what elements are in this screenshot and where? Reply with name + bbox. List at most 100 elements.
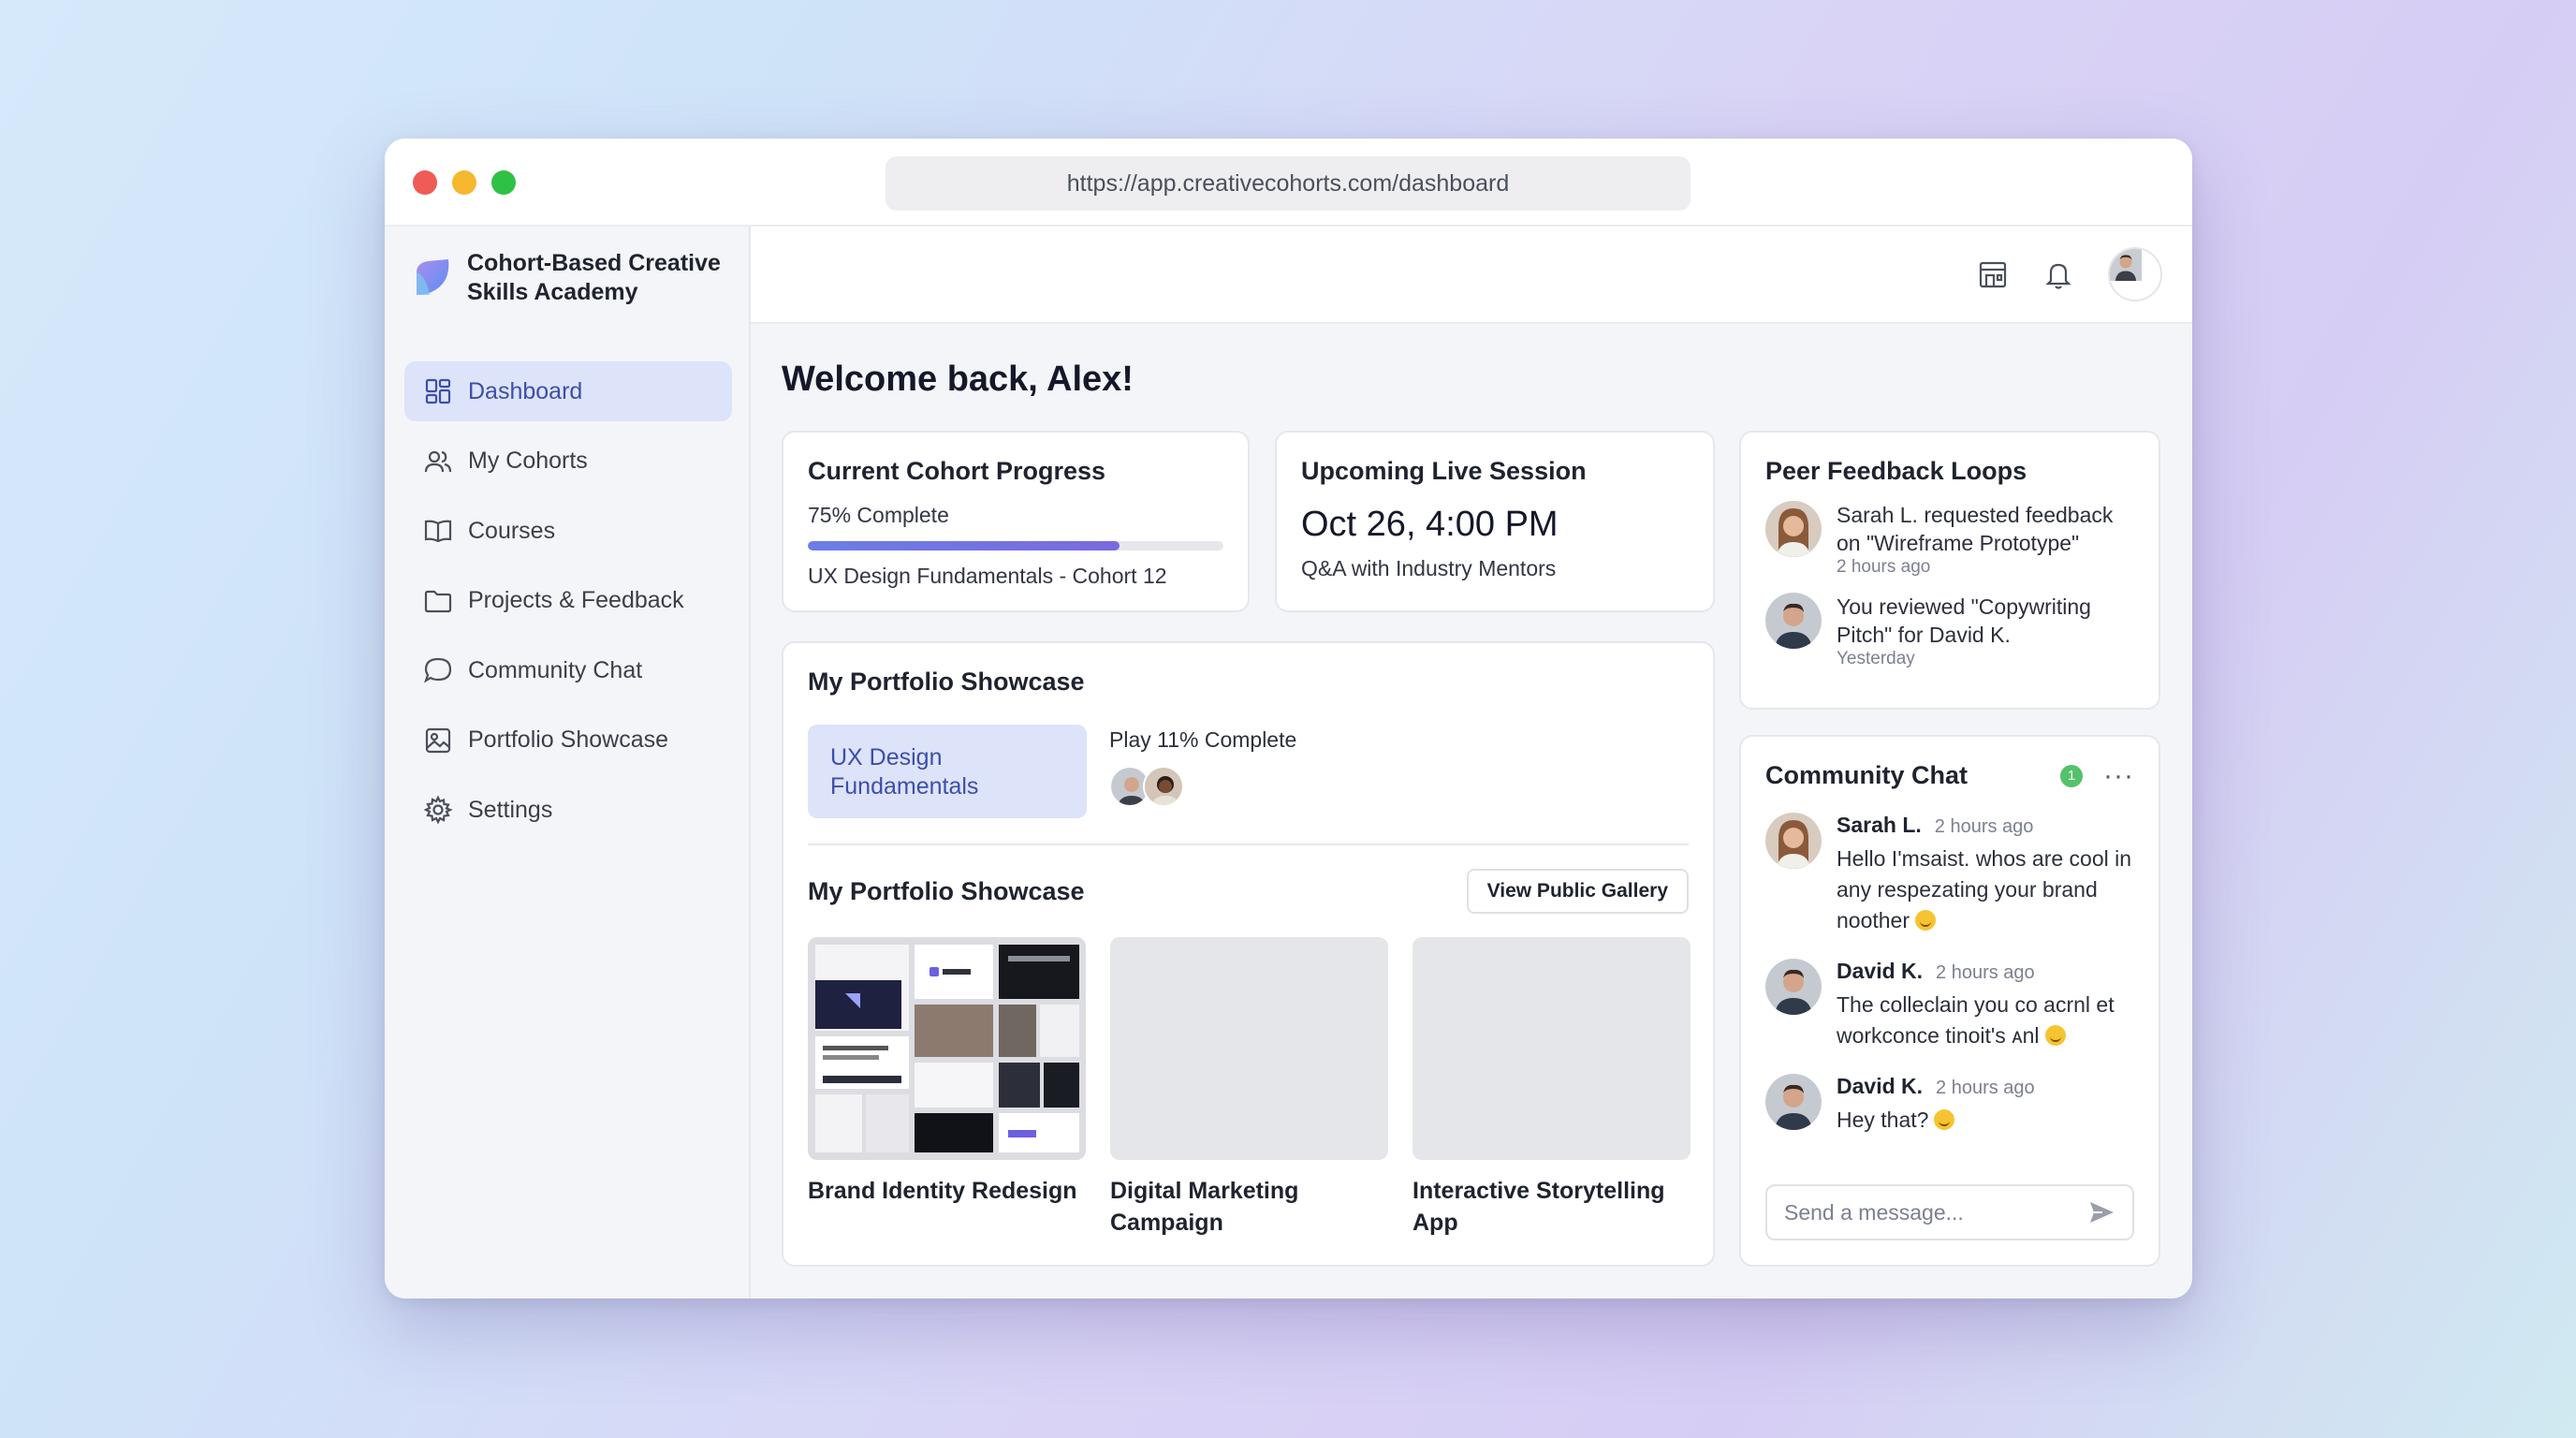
project-title: Brand Identity Redesign: [808, 1178, 1077, 1204]
project-card[interactable]: Brand Identity Redesign: [808, 937, 1086, 1239]
welcome-heading: Welcome back, Alex!: [782, 360, 1134, 399]
top-bar: [751, 227, 2192, 324]
smile-emoji-icon: [1934, 1109, 1955, 1130]
close-window-button[interactable]: [413, 170, 437, 195]
chat-message: David K. 2 hours ago The colleclain you c…: [1765, 959, 2134, 1051]
card-title: My Portfolio Showcase: [808, 668, 1085, 696]
live-session-card[interactable]: Upcoming Live Session Oct 26, 4:00 PM Q&…: [1275, 431, 1715, 612]
community-chat-card: Community Chat 1 ··· Sarah L. 2 hours ag…: [1739, 735, 2160, 1267]
chat-message: David K. 2 hours ago Hey that?: [1765, 1074, 2134, 1136]
peer-feedback-time: Yesterday: [1837, 649, 1915, 668]
sidebar-item-courses[interactable]: Courses: [404, 501, 732, 561]
participant-avatars: [1109, 766, 1184, 807]
sidebar-item-label: Community Chat: [468, 656, 643, 683]
avatar: [1143, 766, 1184, 807]
avatar: [1765, 1074, 1822, 1130]
window-controls: [413, 170, 516, 195]
project-thumbnail-placeholder: [1110, 937, 1388, 1160]
sidebar-item-label: Dashboard: [468, 377, 583, 404]
card-title: Current Cohort Progress: [808, 457, 1106, 485]
project-thumbnail-placeholder: [1412, 937, 1690, 1160]
session-description: Q&A with Industry Mentors: [1301, 556, 1557, 580]
session-date: Oct 26, 4:00 PM: [1301, 505, 1559, 544]
brand-logo-icon: [417, 259, 449, 295]
progress-percent: 75% Complete: [808, 503, 949, 527]
project-card[interactable]: Interactive Storytelling App: [1412, 937, 1690, 1239]
message-text: Hey that?: [1837, 1108, 1929, 1132]
sidebar-item-label: Portfolio Showcase: [468, 726, 669, 753]
message-author: Sarah L.: [1837, 813, 1922, 837]
smile-emoji-icon: [1915, 910, 1937, 931]
sidebar-item-projects-feedback[interactable]: Projects & Feedback: [404, 571, 732, 631]
peer-feedback-time: 2 hours ago: [1837, 557, 1931, 577]
sidebar-item-portfolio-showcase[interactable]: Portfolio Showcase: [404, 711, 732, 770]
store-icon[interactable]: [1977, 258, 2009, 290]
folder-icon: [424, 590, 452, 612]
message-time: 2 hours ago: [1936, 962, 2035, 983]
project-gallery: Brand Identity Redesign Digital Marketin…: [808, 937, 1690, 1239]
card-title: Peer Feedback Loops: [1765, 457, 2027, 485]
sidebar-item-community-chat[interactable]: Community Chat: [404, 640, 732, 700]
cohort-progress-card[interactable]: Current Cohort Progress 75% Complete UX …: [782, 431, 1250, 612]
browser-titlebar: https://app.creativecohorts.com/dashboar…: [385, 139, 2192, 227]
dashboard-icon: [425, 378, 451, 404]
sidebar-item-label: Courses: [468, 517, 556, 544]
project-title: Interactive Storytelling App: [1412, 1178, 1665, 1236]
card-title: Upcoming Live Session: [1301, 457, 1587, 485]
smile-emoji-icon: [2044, 1025, 2066, 1046]
message-time: 2 hours ago: [1936, 1078, 2035, 1098]
message-text: Hello I'msaist. whos are cool in any res…: [1837, 846, 2132, 932]
user-avatar[interactable]: [2108, 247, 2162, 301]
course-progress-label: Play 11% Complete: [1109, 727, 1297, 752]
sidebar: Cohort-Based Creative Skills Academy Das…: [385, 227, 751, 1299]
unread-badge: 1: [2060, 764, 2084, 787]
divider: [808, 844, 1689, 845]
project-title: Digital Marketing Campaign: [1110, 1178, 1299, 1236]
sidebar-item-settings[interactable]: Settings: [404, 780, 732, 840]
send-icon[interactable]: [2087, 1198, 2115, 1226]
book-icon: [424, 520, 452, 543]
course-chip[interactable]: UX Design Fundamentals: [808, 725, 1087, 818]
peer-feedback-text: You reviewed "Copywriting Pitch" for Dav…: [1837, 594, 2091, 647]
chat-message: Sarah L. 2 hours ago Hello I'msaist. whos…: [1765, 813, 2134, 936]
avatar: [1765, 813, 1822, 869]
avatar: [1765, 593, 1822, 649]
message-author: David K.: [1837, 959, 1924, 983]
more-options-icon[interactable]: ···: [2103, 761, 2134, 789]
sidebar-item-label: Projects & Feedback: [468, 587, 684, 613]
project-card[interactable]: Digital Marketing Campaign: [1110, 937, 1388, 1239]
avatar: [1765, 959, 1822, 1015]
browser-window: https://app.creativecohorts.com/dashboar…: [385, 139, 2192, 1299]
sidebar-item-label: My Cohorts: [468, 448, 588, 474]
view-public-gallery-button[interactable]: View Public Gallery: [1466, 869, 1689, 914]
sidebar-nav: Dashboard My Cohorts Courses Projects & …: [404, 361, 732, 850]
image-icon: [425, 727, 451, 753]
card-title: Community Chat: [1765, 761, 1968, 789]
sidebar-item-dashboard[interactable]: Dashboard: [404, 361, 732, 421]
project-thumbnail-brand-identity: [808, 937, 1086, 1160]
message-input[interactable]: [1784, 1199, 2065, 1225]
sidebar-item-label: Settings: [468, 796, 553, 823]
address-bar[interactable]: https://app.creativecohorts.com/dashboar…: [886, 156, 1690, 211]
maximize-window-button[interactable]: [491, 170, 516, 195]
minimize-window-button[interactable]: [452, 170, 476, 195]
peer-feedback-item[interactable]: Sarah L. requested feedback on "Wirefram…: [1765, 501, 2134, 578]
message-text: The colleclain you co acrnl et workconce…: [1837, 992, 2115, 1048]
brand-name: Cohort-Based Creative Skills Academy: [467, 250, 721, 305]
brand: Cohort-Based Creative Skills Academy: [413, 249, 748, 307]
bell-icon[interactable]: [2042, 258, 2074, 290]
progress-bar: [808, 541, 1223, 550]
peer-feedback-card: Peer Feedback Loops Sarah L. requested f…: [1739, 431, 2160, 710]
peer-feedback-item[interactable]: You reviewed "Copywriting Pitch" for Dav…: [1765, 593, 2134, 669]
avatar-image: [2110, 249, 2142, 281]
users-icon: [424, 450, 452, 472]
cohort-name: UX Design Fundamentals - Cohort 12: [808, 564, 1167, 588]
message-time: 2 hours ago: [1934, 816, 2034, 837]
sidebar-item-my-cohorts[interactable]: My Cohorts: [404, 432, 732, 492]
avatar: [1765, 501, 1822, 557]
chat-bubble-icon: [424, 657, 452, 683]
message-author: David K.: [1837, 1074, 1924, 1098]
section-title: My Portfolio Showcase: [808, 877, 1085, 905]
chat-input-bar: [1765, 1184, 2134, 1240]
main-content: Welcome back, Alex! Current Cohort Progr…: [751, 227, 2192, 1299]
